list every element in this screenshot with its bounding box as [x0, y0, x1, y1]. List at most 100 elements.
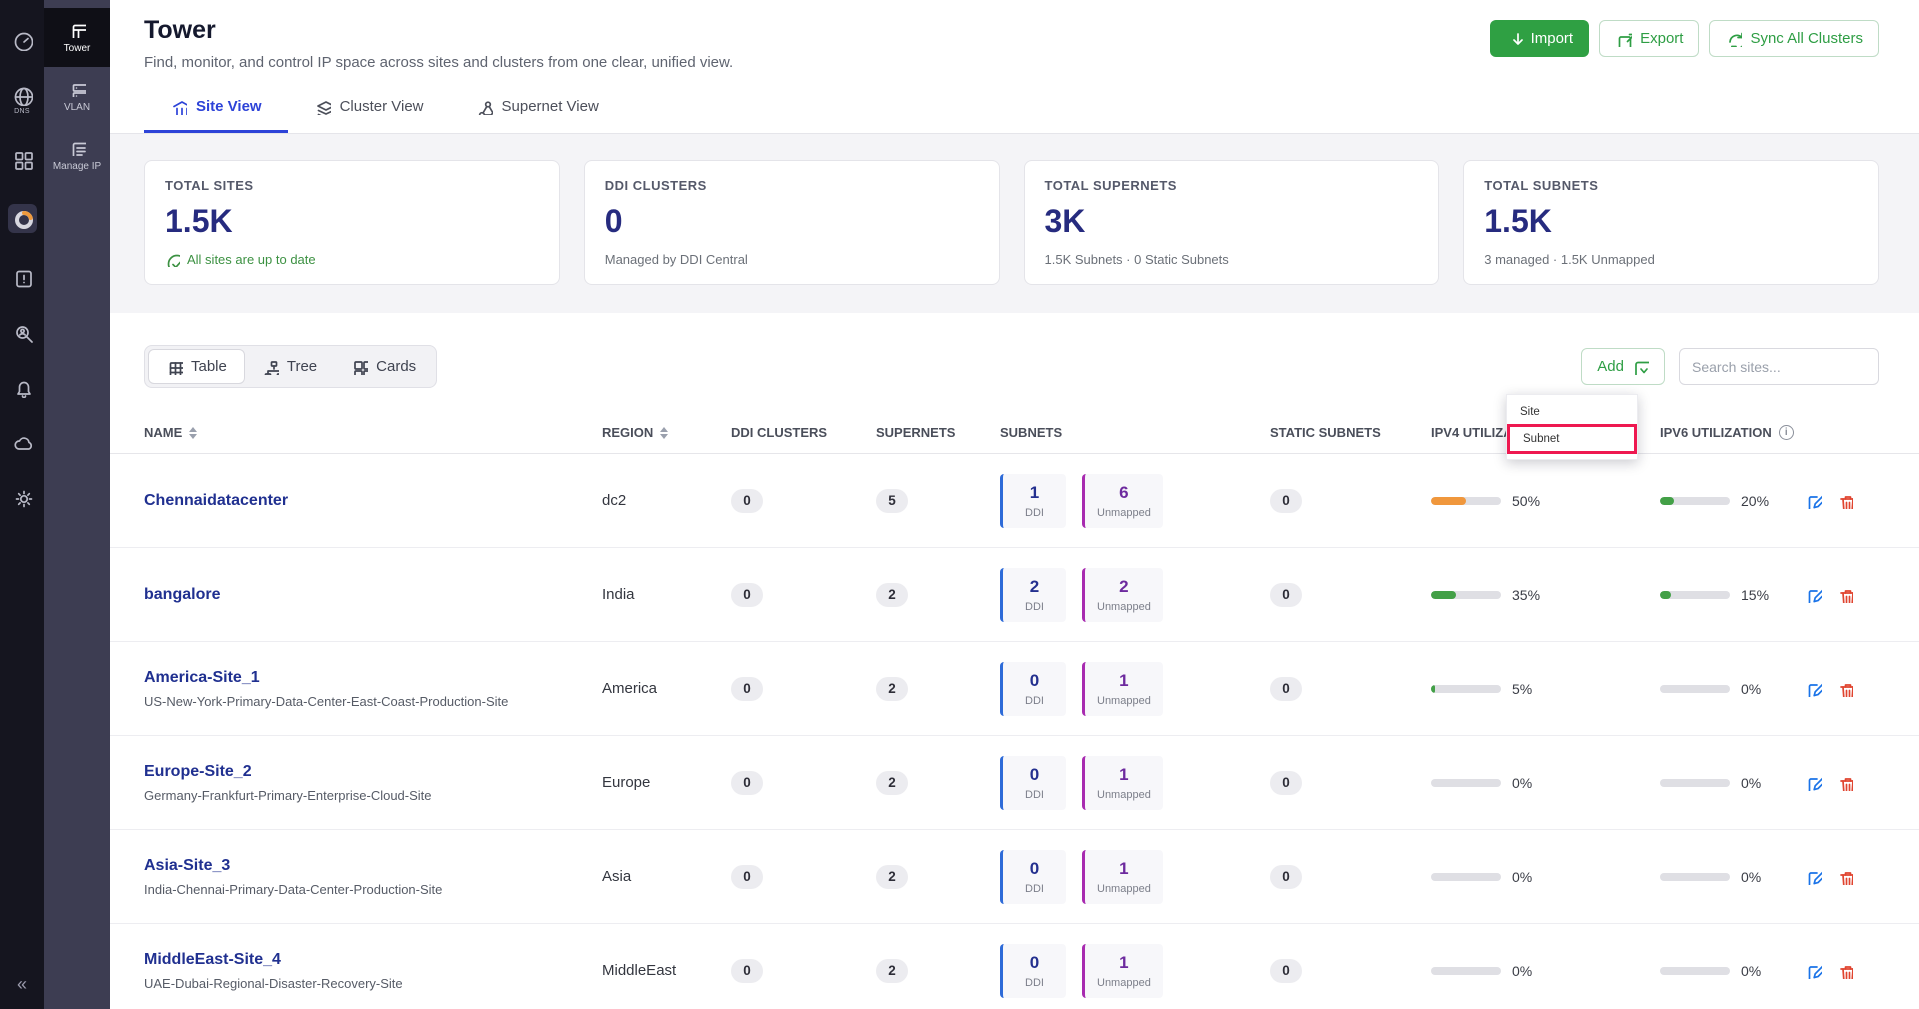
donut-chart-icon[interactable]: [8, 204, 37, 233]
table-row[interactable]: Europe-Site_2 Germany-Frankfurt-Primary-…: [110, 736, 1919, 830]
site-name-link[interactable]: bangalore: [144, 586, 602, 604]
ipv6-bar-fill: [1660, 497, 1674, 505]
ddi-clusters-badge: 0: [731, 865, 763, 889]
subnets-cell: 0 DDI 1 Unmapped: [1000, 850, 1270, 904]
cloud-icon-glyph: [12, 432, 33, 453]
subnets-cell: 1 DDI 6 Unmapped: [1000, 474, 1270, 528]
tab-site-view[interactable]: Site View: [144, 83, 288, 133]
ipv6-utilization-percent: 0%: [1741, 681, 1779, 697]
view-mode-tree[interactable]: Tree: [245, 349, 334, 384]
view-mode-table[interactable]: Table: [148, 349, 245, 384]
region-cell: India: [602, 586, 731, 603]
edit-site-button[interactable]: [1805, 586, 1822, 603]
column-header-name[interactable]: NAME: [144, 425, 602, 440]
delete-site-button[interactable]: [1836, 586, 1853, 603]
table-row[interactable]: MiddleEast-Site_4 UAE-Dubai-Regional-Dis…: [110, 924, 1919, 1009]
ipv4-utilization-cell: 0%: [1431, 775, 1660, 791]
subnet-ddi-count: 1: [1030, 483, 1039, 503]
delete-site-button[interactable]: [1836, 492, 1853, 509]
subnet-ddi-box: 0 DDI: [1000, 850, 1066, 904]
cloud-icon[interactable]: [12, 432, 33, 453]
edit-site-button[interactable]: [1805, 492, 1822, 509]
apps-grid-icon[interactable]: [12, 149, 33, 170]
ddi-clusters-cell: 0: [731, 771, 876, 795]
view-mode-label: Tree: [287, 358, 317, 375]
ipv6-bar-fill: [1660, 591, 1671, 599]
gauge-icon[interactable]: [12, 30, 33, 51]
bell-icon[interactable]: [12, 377, 33, 398]
sync-all-clusters-button[interactable]: Sync All Clusters: [1709, 20, 1879, 57]
column-header-static-subnets: STATIC SUBNETS: [1270, 425, 1431, 440]
view-mode-cards[interactable]: Cards: [334, 349, 433, 384]
edit-site-button[interactable]: [1805, 774, 1822, 791]
ipv4-bar-fill: [1431, 685, 1435, 693]
ddi-clusters-badge: 0: [731, 959, 763, 983]
static-subnets-cell: 0: [1270, 489, 1431, 513]
ipv6-utilization-bar: [1660, 873, 1730, 881]
static-subnets-badge: 0: [1270, 865, 1302, 889]
table-row[interactable]: America-Site_1 US-New-York-Primary-Data-…: [110, 642, 1919, 736]
tab-cluster-view[interactable]: Cluster View: [288, 83, 450, 133]
collapse-sidebar-button[interactable]: [0, 974, 44, 995]
subnet-unmapped-box: 1 Unmapped: [1082, 850, 1163, 904]
search-input[interactable]: [1679, 348, 1879, 385]
user-search-icon[interactable]: [12, 322, 33, 343]
gear-icon[interactable]: [12, 487, 33, 508]
info-icon: [1779, 425, 1794, 440]
subnav-item-tower[interactable]: Tower: [44, 8, 110, 67]
subnav-item-vlan[interactable]: VLAN: [44, 67, 110, 126]
edit-pencil-icon: [1805, 962, 1822, 979]
edit-site-button[interactable]: [1805, 680, 1822, 697]
add-button-label: Add: [1597, 358, 1624, 375]
supernets-badge: 2: [876, 865, 908, 889]
trash-icon: [1836, 586, 1853, 603]
page-title: Tower: [144, 16, 733, 45]
subnet-ddi-count: 0: [1030, 953, 1039, 973]
sites-table: NAME REGION DDI CLUSTERS SUPERNETS SUBNE…: [110, 412, 1919, 1009]
edit-pencil-icon: [1805, 680, 1822, 697]
donut-icon-glyph: [12, 208, 33, 229]
stat-value: 0: [605, 203, 979, 240]
subnav-item-label: VLAN: [64, 102, 90, 113]
add-menu-item-site[interactable]: Site: [1507, 400, 1637, 424]
tab-label: Site View: [196, 98, 262, 115]
site-name-link[interactable]: MiddleEast-Site_4: [144, 951, 602, 969]
ipv4-utilization-bar: [1431, 873, 1501, 881]
trash-icon: [1836, 774, 1853, 791]
add-button[interactable]: Add: [1581, 348, 1665, 385]
static-subnets-cell: 0: [1270, 771, 1431, 795]
column-header-ipv6-utilization: IPV6 UTILIZATION: [1660, 425, 1805, 440]
static-subnets-badge: 0: [1270, 959, 1302, 983]
import-button[interactable]: Import: [1490, 20, 1590, 57]
stat-card-ddi-clusters: DDI CLUSTERS 0 Managed by DDI Central: [584, 160, 1000, 285]
column-header-region[interactable]: REGION: [602, 425, 731, 440]
edit-site-button[interactable]: [1805, 868, 1822, 885]
subnet-ddi-label: DDI: [1025, 977, 1044, 989]
sort-icon: [189, 427, 197, 439]
subnet-unmapped-label: Unmapped: [1097, 977, 1151, 989]
table-row[interactable]: bangalore India 0 2 2 DDI 2 Unmapped 0 3…: [110, 548, 1919, 642]
dns-globe-icon[interactable]: DNS: [12, 85, 33, 115]
column-header-ddi-clusters: DDI CLUSTERS: [731, 425, 876, 440]
view-mode-label: Table: [191, 358, 227, 375]
tab-supernet-view[interactable]: Supernet View: [450, 83, 625, 133]
export-button[interactable]: Export: [1599, 20, 1699, 57]
table-row[interactable]: Chennaidatacenter dc2 0 5 1 DDI 6 Unmapp…: [110, 454, 1919, 548]
static-subnets-cell: 0: [1270, 583, 1431, 607]
site-name-link[interactable]: America-Site_1: [144, 669, 602, 687]
subnav-item-manage-ip[interactable]: Manage IP: [44, 126, 110, 185]
subnet-unmapped-box: 6 Unmapped: [1082, 474, 1163, 528]
delete-site-button[interactable]: [1836, 962, 1853, 979]
table-row[interactable]: Asia-Site_3 India-Chennai-Primary-Data-C…: [110, 830, 1919, 924]
site-name-link[interactable]: Chennaidatacenter: [144, 492, 602, 510]
delete-site-button[interactable]: [1836, 680, 1853, 697]
table-toolbar: Table Tree Cards Add Site: [110, 345, 1919, 388]
server-alert-icon[interactable]: [12, 267, 33, 288]
site-name-link[interactable]: Europe-Site_2: [144, 763, 602, 781]
delete-site-button[interactable]: [1836, 774, 1853, 791]
edit-site-button[interactable]: [1805, 962, 1822, 979]
add-menu-item-subnet[interactable]: Subnet: [1507, 424, 1637, 454]
delete-site-button[interactable]: [1836, 868, 1853, 885]
site-name-link[interactable]: Asia-Site_3: [144, 857, 602, 875]
subnet-unmapped-label: Unmapped: [1097, 883, 1151, 895]
